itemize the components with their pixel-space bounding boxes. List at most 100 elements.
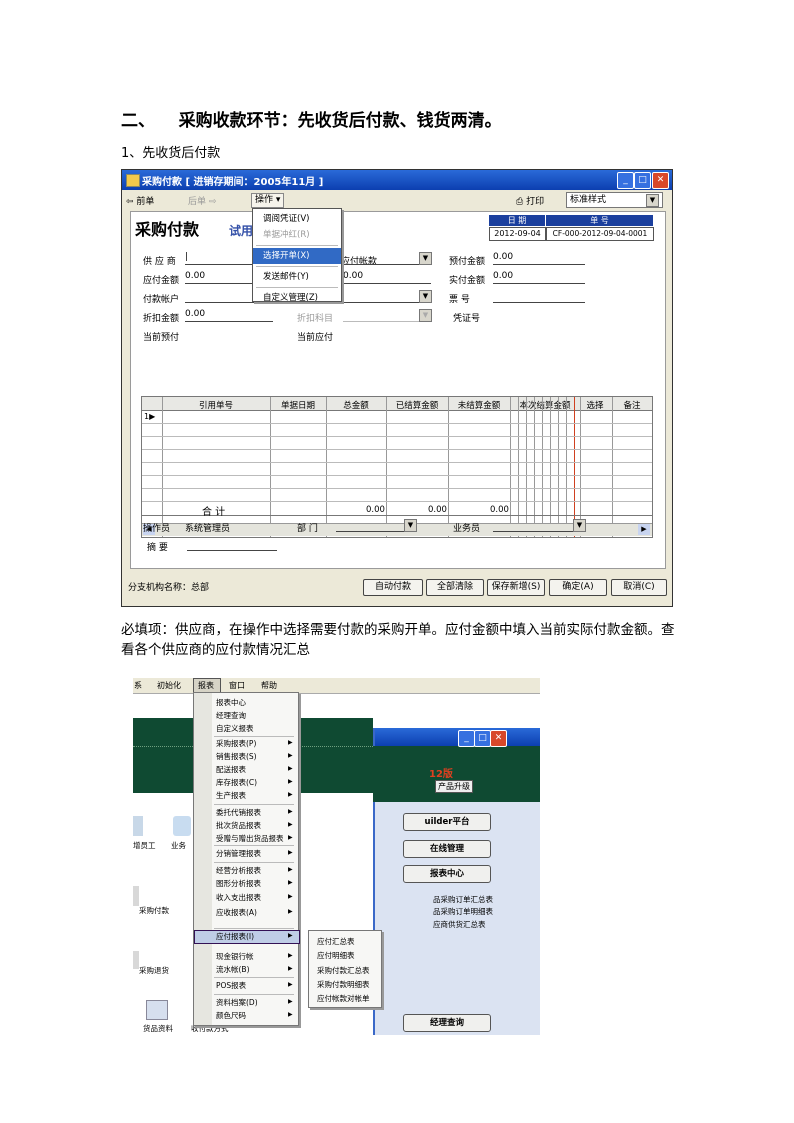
report-menu-item[interactable]: 应收报表(A) [216,907,257,918]
close-icon[interactable]: ✕ [652,172,669,189]
submenu-item[interactable]: 应付帐款对帐单 [317,993,370,1004]
desktop-icon-label: 采购退货 [139,966,169,975]
save-new-button[interactable]: 保存新增(S) [487,579,545,596]
salesman-field[interactable]: ▼ [493,518,586,532]
report-menu-item[interactable]: 经营分析报表 [216,865,261,876]
report-menu-item[interactable]: 委托代销报表 [216,807,261,818]
payment-icon[interactable] [133,886,139,906]
grid-divider [326,397,327,537]
confirm-button[interactable]: 确定(A) [549,579,607,596]
builder-button[interactable]: uilder平台 [403,813,491,831]
close-icon[interactable]: ✕ [490,730,507,747]
report-menu-item[interactable]: 库存报表(C) [216,777,257,788]
menubar-item[interactable]: 帮助 [261,680,277,691]
report-menu-item[interactable]: 收入支出报表 [216,892,261,903]
minimize-icon[interactable]: _ [458,730,475,747]
background-link[interactable]: 品采购订单明细表 [433,906,493,917]
report-menu-item[interactable]: 资料档案(D) [216,997,258,1008]
report-menu-item[interactable]: 采购报表(P) [216,738,256,749]
payable-account-field[interactable]: ▼ [343,251,432,265]
grid-divider [386,397,387,537]
section-heading: 二、 采购收款环节：先收货后付款、钱货两清。 [121,111,502,131]
prepaid-amount-field[interactable]: 0.00 [493,251,585,265]
report-menu-item[interactable]: 生产报表 [216,790,246,801]
report-menu-item[interactable]: 图形分析报表 [216,878,261,889]
operate-menu: 调阅凭证(V) 单据冲红(R) 选择开单(X) 发送邮件(Y) 自定义管理(Z) [252,208,342,303]
grid-divider [580,397,581,537]
submenu-arrow-icon: ▶ [288,739,293,746]
submenu-item[interactable]: 应付汇总表 [317,936,355,947]
report-menu-item[interactable]: 自定义报表 [216,723,254,734]
version-label: 12版 [429,769,453,780]
discount-amount-field[interactable]: 0.00 [185,308,273,322]
operate-button[interactable]: 操作 ▾ [251,193,285,208]
cancel-button[interactable]: 取消(C) [611,579,667,596]
report-menu-item[interactable]: 应付报表(I) [216,931,254,942]
desktop-icon-label: 采购付款 [139,906,169,915]
number-field: CF-000-2012-09-04-0001 [546,227,654,241]
report-menu-item[interactable]: 经理查询 [216,710,246,721]
menu-separator [214,928,294,929]
menubar-item[interactable]: 报表 [198,680,214,691]
report-menu-item[interactable]: 流水帐(B) [216,964,250,975]
employee-icon[interactable] [133,816,143,836]
grid-divider [612,397,613,537]
report-menu-item[interactable]: 批次货品报表 [216,820,261,831]
operator-value: 系统管理员 [185,524,231,534]
report-menu-item[interactable]: 现金银行帐 [216,951,254,962]
report-menu-item[interactable]: 颜色尺码 [216,1010,246,1021]
menubar-item[interactable]: 初始化 [157,680,181,691]
report-menu-item[interactable]: 配送报表 [216,764,246,775]
submenu-arrow-icon: ▶ [288,791,293,798]
dropdown-arrow-icon: ▼ [573,519,586,532]
online-button[interactable]: 在线管理 [403,840,491,858]
auto-pay-button[interactable]: 自动付款 [363,579,423,596]
department-field[interactable]: ▼ [336,518,417,532]
subsection-heading: 1、先收货后付款 [121,146,221,161]
submenu-item[interactable]: 采购付款汇总表 [317,965,370,976]
manager-query-button[interactable]: 经理查询 [403,1014,491,1032]
grid-row-line [142,501,652,502]
row-number: 1▶ [144,412,156,421]
report-menu-item[interactable]: 受赠与赠出货品报表 [216,833,284,844]
submenu-item[interactable]: 应付明细表 [317,950,355,961]
invoice-no-field[interactable] [493,289,585,303]
clear-all-button[interactable]: 全部清除 [426,579,484,596]
upgrade-button[interactable]: 产品升级 [435,780,473,793]
middle-amount-field[interactable]: 0.00 [343,270,431,284]
desktop-icon-label: 货品资料 [143,1024,173,1033]
submenu-arrow-icon: ▶ [288,952,293,959]
summary-label: 摘 要 [147,543,168,553]
report-center-button[interactable]: 报表中心 [403,865,491,883]
actual-paid-field[interactable]: 0.00 [493,270,585,284]
maximize-icon[interactable]: □ [474,730,491,747]
grid-row-line [142,436,652,437]
date-field[interactable]: 2012-09-04 [489,227,546,241]
report-menu-item[interactable]: 分销管理报表 [216,848,261,859]
minimize-icon[interactable]: _ [617,172,634,189]
menu-item-send-mail[interactable]: 发送邮件(Y) [253,269,341,285]
prev-button[interactable]: ⇦ 前单 [126,194,154,207]
grid-divider [574,397,575,537]
menu-item-select-order[interactable]: 选择开单(X) [253,248,341,264]
report-menu-item[interactable]: 报表中心 [216,697,246,708]
background-link[interactable]: 品采购订单汇总表 [433,894,493,905]
style-select[interactable]: 标准样式 ▼ [566,192,663,208]
next-button[interactable]: 后单 ⇨ [188,194,216,207]
menu-item-custom[interactable]: 自定义管理(Z) [253,290,341,306]
summary-field[interactable] [187,537,277,551]
print-button[interactable]: ⎙ 打印 [516,194,544,207]
report-menu-item[interactable]: POS报表 [216,980,246,991]
search-icon[interactable] [173,816,191,836]
menubar-item[interactable]: 窗口 [229,680,245,691]
menubar-item[interactable]: 系 [134,680,142,691]
goods-icon[interactable] [146,1000,168,1020]
background-link[interactable]: 应商供货汇总表 [433,919,486,930]
menu-item-view-voucher[interactable]: 调阅凭证(V) [253,211,341,227]
submenu-item[interactable]: 采购付款明细表 [317,979,370,990]
scroll-right-icon[interactable]: ▶ [638,524,650,535]
middle-select-field[interactable]: ▼ [343,289,432,303]
report-menu-item[interactable]: 销售报表(S) [216,751,257,762]
discount-subject-label: 折扣科目 [297,314,334,324]
maximize-icon[interactable]: □ [634,172,651,189]
